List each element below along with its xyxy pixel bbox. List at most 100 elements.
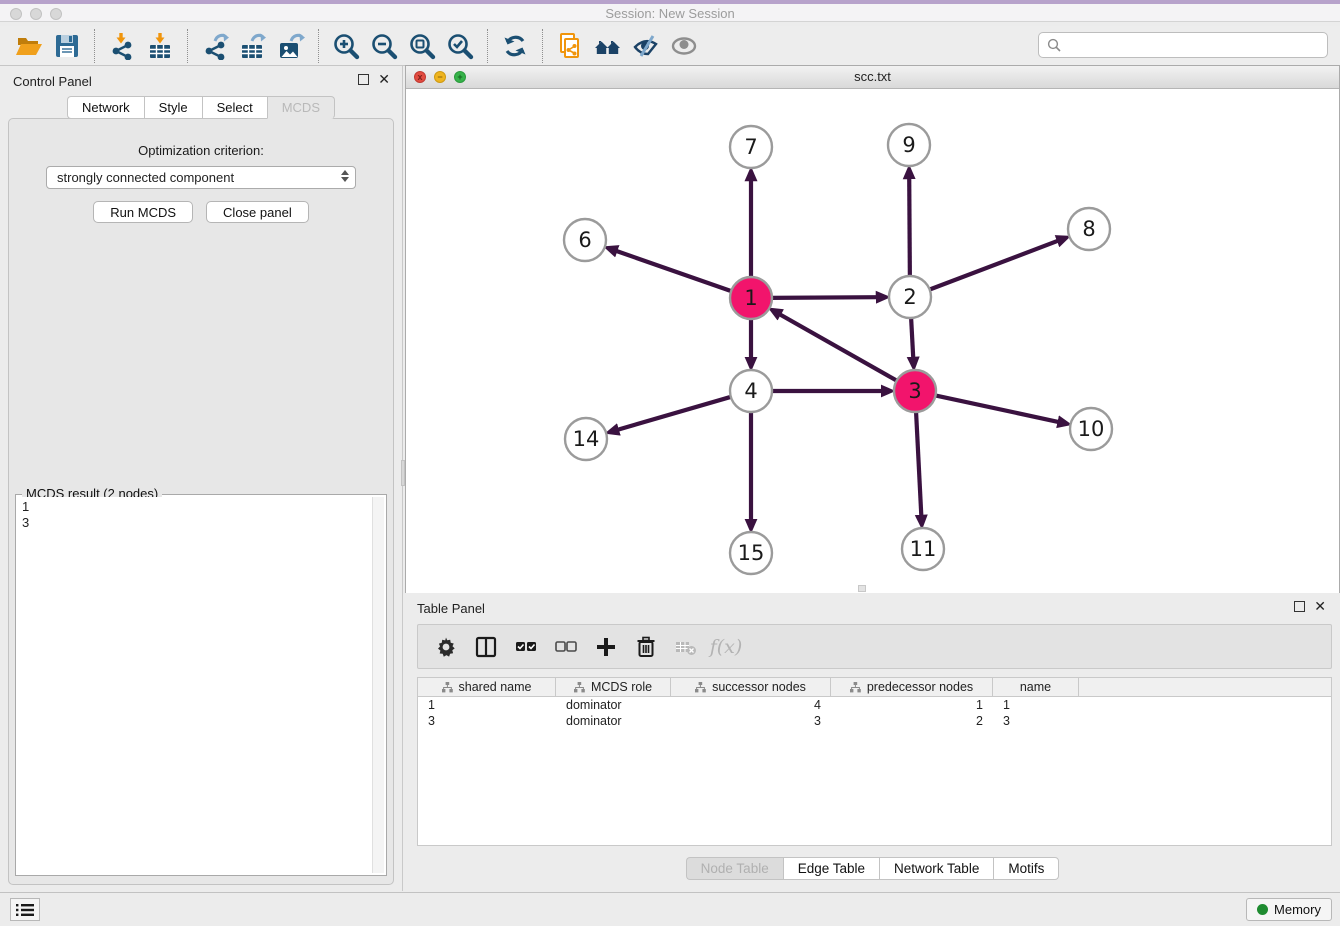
edge-2-to-3[interactable] — [911, 316, 913, 358]
network-window-titlebar[interactable]: x − + scc.txt — [406, 66, 1339, 89]
function-builder-button[interactable]: f(x) — [708, 629, 744, 665]
table-cell[interactable]: 2 — [831, 714, 993, 728]
graph-node-9[interactable]: 9 — [888, 124, 930, 166]
edge-2-to-9[interactable] — [909, 178, 910, 278]
tab-node-table[interactable]: Node Table — [686, 857, 783, 880]
node-label: 11 — [910, 537, 937, 561]
tab-select[interactable]: Select — [202, 96, 267, 119]
graph-node-7[interactable]: 7 — [730, 126, 772, 168]
column-header-predecessor-nodes[interactable]: predecessor nodes — [831, 678, 993, 696]
float-table-panel-icon[interactable] — [1294, 601, 1305, 612]
open-session-button[interactable] — [10, 29, 48, 63]
table-settings-button[interactable] — [428, 629, 464, 665]
table-row[interactable]: 1dominator411 — [418, 697, 1331, 713]
table-cell[interactable]: dominator — [556, 698, 671, 712]
select-all-columns-button[interactable] — [508, 629, 544, 665]
table-row[interactable]: 3dominator323 — [418, 713, 1331, 729]
graph-node-2[interactable]: 2 — [889, 276, 931, 318]
show-all-button[interactable] — [665, 29, 703, 63]
column-header-label: MCDS role — [591, 680, 652, 694]
import-network-button[interactable] — [103, 29, 141, 63]
new-network-from-selection-button[interactable] — [551, 29, 589, 63]
table-cell[interactable]: 1 — [831, 698, 993, 712]
mcds-result-list[interactable]: 1 3 — [18, 497, 372, 873]
node-label: 6 — [578, 228, 591, 252]
zoom-out-button[interactable] — [365, 29, 403, 63]
first-neighbors-button[interactable] — [589, 29, 627, 63]
hide-selected-button[interactable] — [627, 29, 665, 63]
table-cell[interactable]: dominator — [556, 714, 671, 728]
export-table-button[interactable] — [234, 29, 272, 63]
column-header-name[interactable]: name — [993, 678, 1079, 696]
run-mcds-button[interactable]: Run MCDS — [93, 201, 193, 223]
zoom-fit-button[interactable] — [403, 29, 441, 63]
create-column-button[interactable] — [588, 629, 624, 665]
edge-1-to-6[interactable] — [616, 251, 733, 292]
unselect-all-columns-button[interactable] — [548, 629, 584, 665]
network-resize-grip[interactable] — [858, 585, 866, 592]
criterion-value: strongly connected component — [57, 170, 234, 185]
graph-node-8[interactable]: 8 — [1068, 208, 1110, 250]
search-input[interactable] — [1067, 38, 1319, 53]
search-field[interactable] — [1038, 32, 1328, 58]
tab-motifs[interactable]: Motifs — [993, 857, 1059, 880]
main-toolbar — [0, 26, 1340, 66]
table-cell[interactable]: 4 — [671, 698, 831, 712]
graph-node-10[interactable]: 10 — [1070, 408, 1112, 450]
table-cell[interactable]: 1 — [418, 698, 556, 712]
table-cell[interactable]: 3 — [671, 714, 831, 728]
column-header-successor-nodes[interactable]: successor nodes — [671, 678, 831, 696]
table-cell[interactable]: 3 — [993, 714, 1079, 728]
close-table-panel-icon[interactable]: ✕ — [1314, 601, 1326, 612]
save-session-button[interactable] — [48, 29, 86, 63]
table-cell[interactable]: 3 — [418, 714, 556, 728]
network-graph[interactable]: 7 9 6 8 1 2 4 3 14 10 15 11 — [406, 89, 1339, 593]
tab-mcds[interactable]: MCDS — [267, 96, 335, 119]
column-header-shared-name[interactable]: shared name — [418, 678, 556, 696]
delete-columns-button[interactable] — [628, 629, 664, 665]
node-label: 3 — [908, 379, 921, 403]
export-image-button[interactable] — [272, 29, 310, 63]
table-panel-title: Table Panel — [417, 601, 485, 616]
column-type-icon — [574, 682, 585, 693]
column-header-MCDS-role[interactable]: MCDS role — [556, 678, 671, 696]
delete-table-button[interactable] — [668, 629, 704, 665]
graph-node-4[interactable]: 4 — [730, 370, 772, 412]
graph-node-3[interactable]: 3 — [894, 370, 936, 412]
edge-4-to-14[interactable] — [618, 396, 733, 429]
tab-edge-table[interactable]: Edge Table — [783, 857, 879, 880]
close-panel-icon[interactable]: ✕ — [378, 74, 390, 85]
export-network-button[interactable] — [196, 29, 234, 63]
refresh-view-button[interactable] — [496, 29, 534, 63]
memory-button[interactable]: Memory — [1246, 898, 1332, 921]
graph-node-14[interactable]: 14 — [565, 418, 607, 460]
edge-1-to-2[interactable] — [770, 297, 877, 298]
float-panel-icon[interactable] — [358, 74, 369, 85]
edge-3-to-11[interactable] — [916, 410, 921, 516]
table-cell[interactable]: 1 — [993, 698, 1079, 712]
graph-node-6[interactable]: 6 — [564, 219, 606, 261]
node-label: 15 — [738, 541, 765, 565]
export-table-icon — [239, 32, 267, 60]
graph-node-1[interactable]: 1 — [730, 277, 772, 319]
graph-node-11[interactable]: 11 — [902, 528, 944, 570]
zoom-selected-button[interactable] — [441, 29, 479, 63]
tab-network[interactable]: Network — [67, 96, 144, 119]
network-canvas[interactable]: 7 9 6 8 1 2 4 3 14 10 15 11 — [406, 89, 1339, 593]
close-panel-button[interactable]: Close panel — [206, 201, 309, 223]
criterion-dropdown[interactable]: strongly connected component — [46, 166, 356, 189]
edge-2-to-8[interactable] — [928, 241, 1058, 291]
import-table-button[interactable] — [141, 29, 179, 63]
tab-network-table[interactable]: Network Table — [879, 857, 993, 880]
show-column-panel-button[interactable] — [468, 629, 504, 665]
table-panel-tabs: Node Table Edge Table Network Table Moti… — [405, 857, 1340, 880]
hide-eye-icon — [632, 32, 660, 60]
result-scrollbar[interactable] — [372, 497, 384, 873]
toolbar-separator — [318, 29, 319, 63]
graph-node-15[interactable]: 15 — [730, 532, 772, 574]
edge-3-to-1[interactable] — [780, 314, 899, 381]
zoom-in-button[interactable] — [327, 29, 365, 63]
task-history-button[interactable] — [10, 898, 40, 921]
tab-style[interactable]: Style — [144, 96, 202, 119]
edge-3-to-10[interactable] — [934, 395, 1059, 422]
